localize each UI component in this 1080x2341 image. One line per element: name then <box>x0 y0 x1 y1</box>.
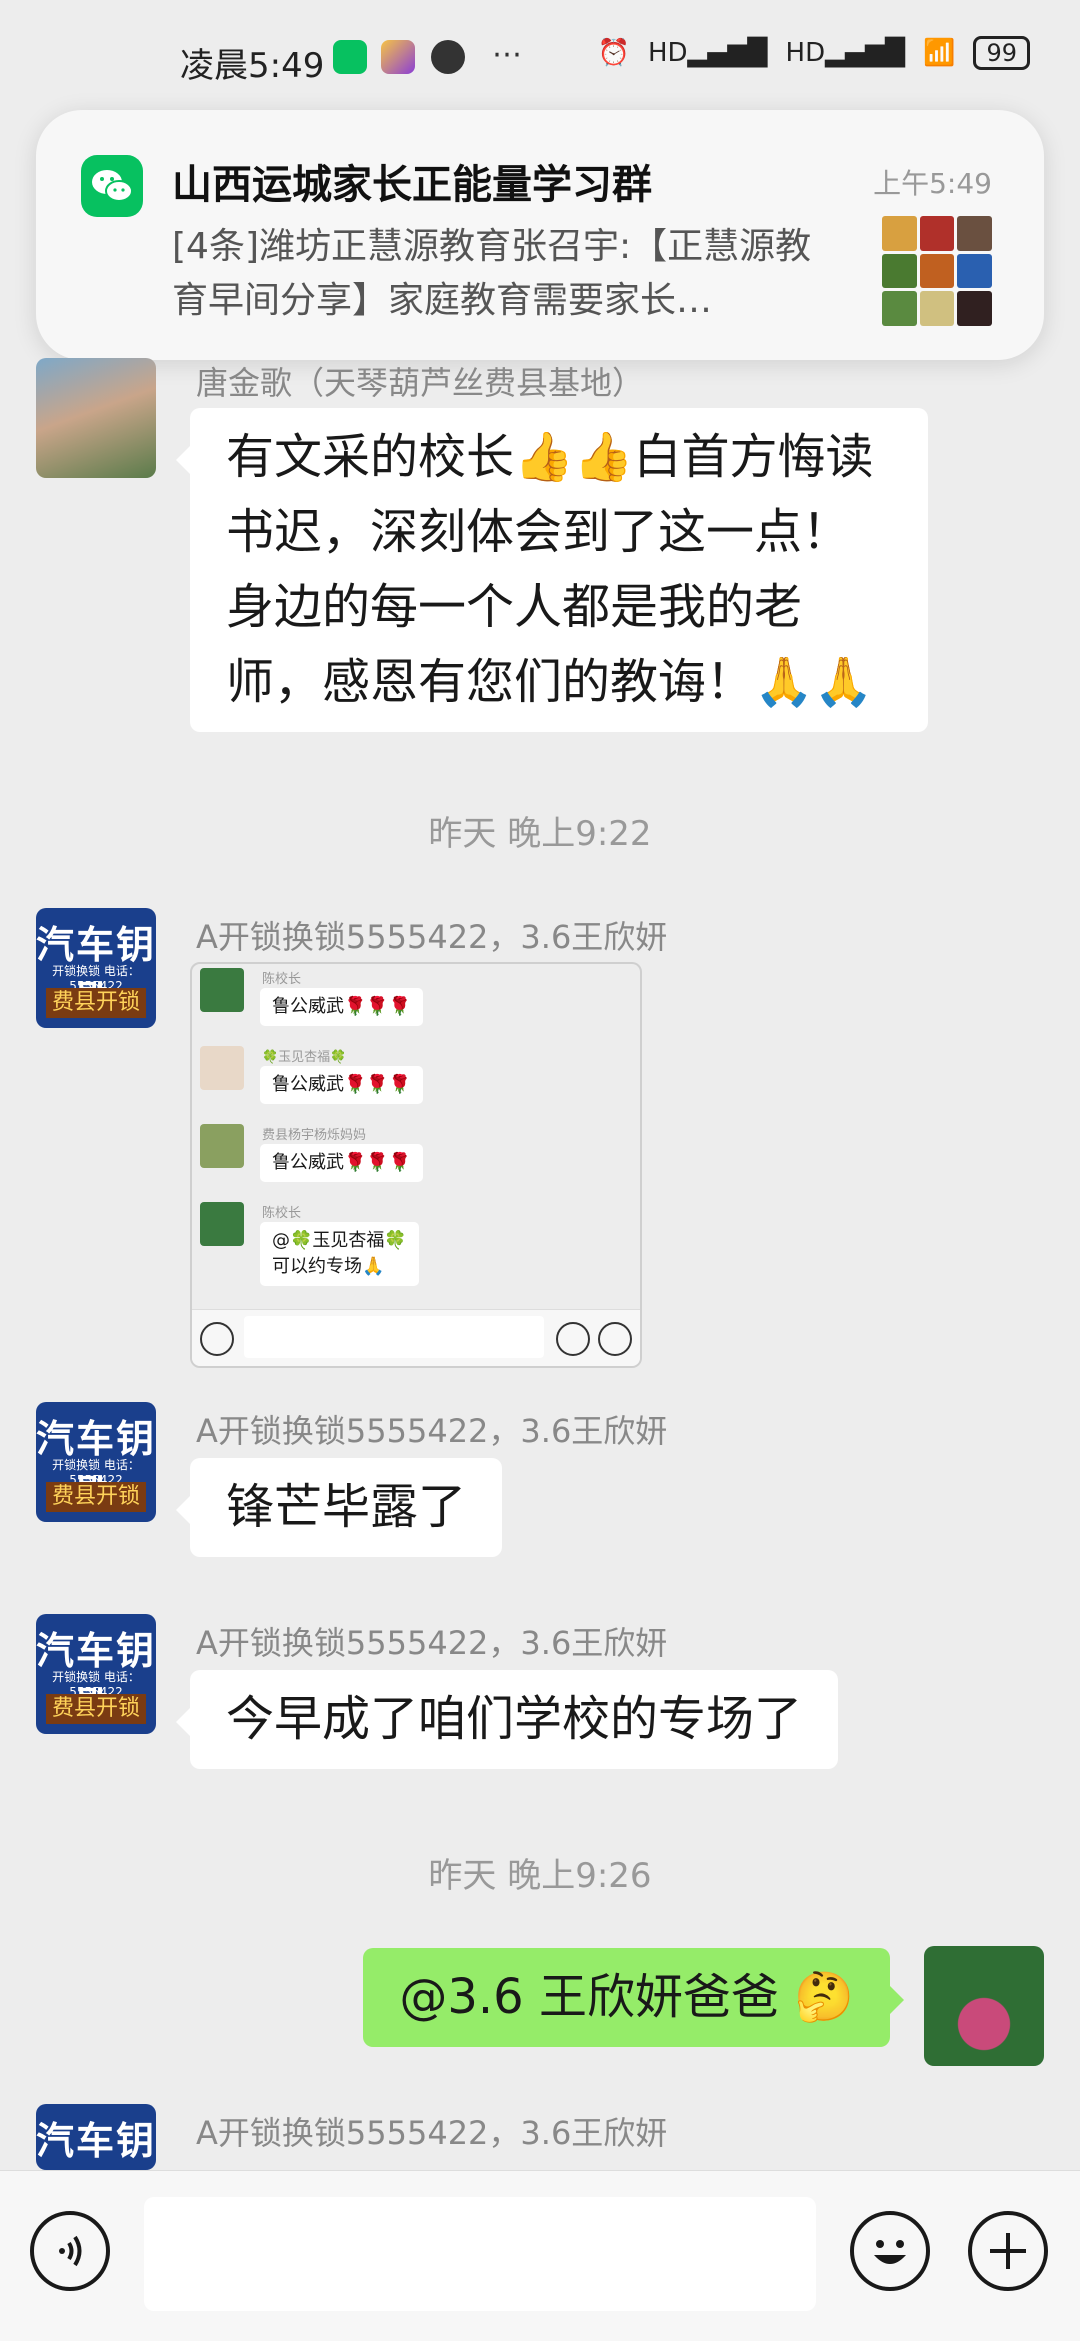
avatar[interactable] <box>36 358 156 478</box>
notification-thumbnail <box>882 216 992 326</box>
signal-icon: HD▂▄▆█ <box>785 38 906 68</box>
chat-input-bar <box>0 2170 1080 2341</box>
status-indicators: ⏰ HD▂▄▆█ HD▂▄▆█ 📶 99 <box>598 36 1030 70</box>
plus-icon <box>598 1322 632 1356</box>
signal-icon: HD▂▄▆█ <box>647 38 768 68</box>
battery-icon: 99 <box>973 36 1030 70</box>
alarm-icon: ⏰ <box>597 38 630 68</box>
wifi-icon: 📶 <box>923 38 956 68</box>
wechat-status-icon <box>333 40 367 74</box>
chat-timestamp: 昨天 晚上9:22 <box>428 814 652 854</box>
wechat-icon <box>81 155 143 217</box>
message-input[interactable] <box>144 2197 816 2311</box>
voice-icon <box>200 1322 234 1356</box>
notification-body: [4条]潍坊正慧源教育张召宇:【正慧源教育早间分享】家庭教育需要家长… <box>172 226 812 321</box>
notification-time: 上午5:49 <box>873 167 992 200</box>
sender-name: A开锁换锁5555422，3.6王欣妍 <box>196 1412 668 1450</box>
message-bubble[interactable]: 锋芒毕露了 <box>175 1458 503 1557</box>
emoji-icon <box>556 1322 590 1356</box>
voice-icon[interactable] <box>30 2211 110 2291</box>
avatar[interactable]: 汽车钥匙开锁换锁 电话：5555422费县开锁 <box>36 908 156 1028</box>
plus-icon[interactable] <box>968 2211 1048 2291</box>
more-icon: ⋯ <box>492 37 522 72</box>
self-message-bubble[interactable]: @3.6 王欣妍爸爸 🤔 <box>363 1948 904 2047</box>
status-bar: 凌晨5:49 ⋯ ⏰ HD▂▄▆█ HD▂▄▆█ 📶 99 <box>0 0 1080 120</box>
app-status-icon <box>431 40 465 74</box>
status-time: 凌晨5:49 <box>180 46 325 86</box>
notification-banner[interactable]: 山西运城家长正能量学习群 上午5:49 [4条]潍坊正慧源教育张召宇:【正慧源教… <box>36 110 1044 360</box>
chat-timestamp: 昨天 晚上9:26 <box>428 1856 652 1896</box>
avatar <box>200 1202 244 1246</box>
avatar <box>200 1124 244 1168</box>
sender-name: A开锁换锁5555422，3.6王欣妍 <box>196 918 668 956</box>
avatar[interactable]: 汽车钥匙开锁换锁 电话：5555422费县开锁 <box>36 1402 156 1522</box>
message-bubble[interactable]: 今早成了咱们学校的专场了 <box>175 1670 839 1769</box>
avatar[interactable]: 汽车钥匙 <box>36 2104 156 2170</box>
screenshot-input-bar <box>192 1309 640 1366</box>
message-bubble[interactable]: 有文采的校长👍👍白首方悔读书迟，深刻体会到了这一点！身边的每一个人都是我的老师，… <box>176 408 928 732</box>
self-avatar[interactable] <box>924 1946 1044 2066</box>
sender-name: A开锁换锁5555422，3.6王欣妍 <box>196 1624 668 1662</box>
emoji-icon[interactable] <box>850 2211 930 2291</box>
app-status-icon <box>381 40 415 74</box>
sender-name: 唐金歌（天琴葫芦丝费县基地） <box>196 364 645 402</box>
avatar[interactable]: 汽车钥匙开锁换锁 电话：5555422费县开锁 <box>36 1614 156 1734</box>
sender-name: A开锁换锁5555422，3.6王欣妍 <box>196 2114 668 2152</box>
image-message[interactable]: 陈校长 鲁公威武🌹🌹🌹 🍀玉见杏福🍀 鲁公威武🌹🌹🌹 费县杨宇杨烁妈妈 鲁公威武… <box>190 962 642 1368</box>
notification-title: 山西运城家长正能量学习群 <box>172 162 652 208</box>
avatar <box>200 1046 244 1090</box>
avatar <box>200 968 244 1012</box>
